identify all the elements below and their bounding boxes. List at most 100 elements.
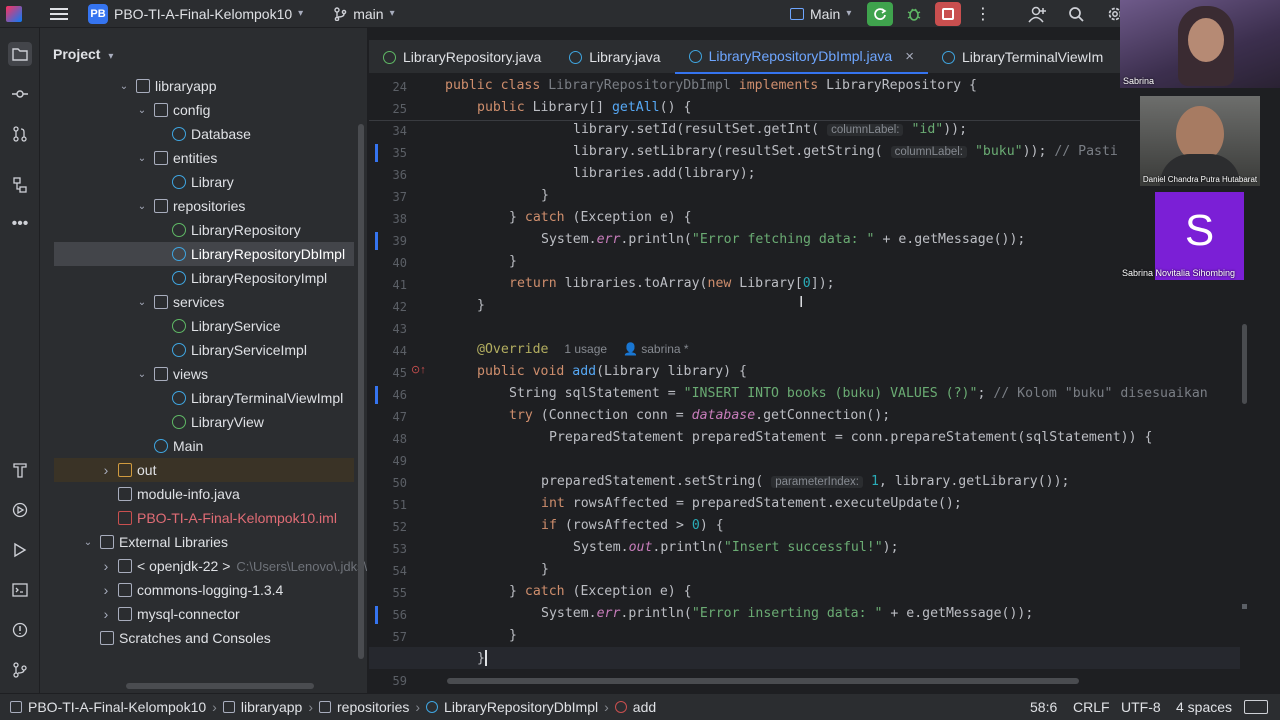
branch-switcher[interactable]: main ▾ [327,0,400,28]
run-tool-button[interactable] [8,538,32,562]
tree-item[interactable]: LibraryView [40,410,264,434]
tree-item[interactable]: LibraryServiceImpl [40,338,307,362]
editor-tab[interactable]: Library.java [555,40,674,74]
problems-tool-button[interactable] [8,618,32,642]
avatar: S [1184,206,1215,255]
project-switcher[interactable]: PB PBO-TI-A-Final-Kelompok10 ▾ [82,0,309,28]
breadcrumb-item[interactable]: LibraryRepositoryDbImpl [420,699,604,715]
chevron-down-icon[interactable]: ⌄ [136,201,148,212]
tree-item[interactable]: ⌄ views [40,362,208,386]
editor-horizontal-scrollbar[interactable] [447,678,1079,684]
project-badge: PB [88,3,108,24]
line-number: 34 [392,124,407,138]
override-gutter-icon[interactable]: ⊙↑ [411,363,426,376]
code-line-56: System.err.println("Error inserting data… [541,606,1034,621]
breadcrumb-item[interactable]: PBO-TI-A-Final-Kelompok10 [4,699,212,715]
indent-setting[interactable]: 4 spaces [1176,699,1232,715]
chevron-right-icon[interactable]: › [100,558,112,574]
terminal-tool-button[interactable] [8,578,32,602]
editor-vertical-scrollbar[interactable] [1242,324,1247,404]
structure-tool-button[interactable] [8,173,32,197]
chevron-down-icon[interactable]: ⌄ [136,105,148,116]
code-line-55: } catch (Exception e) { [509,584,692,599]
vertical-scrollbar[interactable] [358,124,364,659]
horizontal-scrollbar[interactable] [126,683,314,689]
editor-tab[interactable]: LibraryTerminalViewIm [928,40,1117,74]
tree-item[interactable]: ⌄ services [40,290,225,314]
file-encoding[interactable]: UTF-8 [1121,699,1161,715]
search-icon [1069,6,1084,22]
tree-item[interactable]: Main [40,434,203,458]
tree-item[interactable]: › out [54,458,354,482]
tree-item-label: LibraryService [191,318,281,334]
tree-item[interactable]: ⌄ config [40,98,211,122]
close-tab-icon[interactable]: × [905,48,914,65]
code-line-38: } catch (Exception e) { [509,210,692,225]
more-tool-windows-button[interactable]: ••• [8,212,32,236]
run-config-selector[interactable]: Main ▾ [784,0,857,28]
chevron-down-icon[interactable]: ⌄ [136,297,148,308]
project-panel-header[interactable]: Project ▾ [53,46,113,62]
tree-item[interactable]: LibraryRepositoryImpl [40,266,327,290]
line-ending[interactable]: CRLF [1073,699,1110,715]
version-control-tool-button[interactable] [8,658,32,682]
tree-item[interactable]: PBO-TI-A-Final-Kelompok10.iml [40,506,337,530]
project-panel-title: Project [53,46,101,62]
code-editor[interactable]: 24 public class LibraryRepositoryDbImpl … [369,74,1240,686]
chevron-down-icon[interactable]: ⌄ [82,537,94,548]
rerun-button[interactable] [867,1,893,26]
tree-item[interactable]: › mysql-connector [40,602,240,626]
maven-tool-button[interactable] [8,458,32,482]
chevron-down-icon[interactable]: ⌄ [136,153,148,164]
main-menu-button[interactable] [44,0,74,28]
breadcrumb-item[interactable]: repositories [313,699,415,715]
code-with-me-button[interactable] [1024,2,1050,26]
tree-item[interactable]: LibraryTerminalViewImpl [40,386,343,410]
tree-item[interactable]: ⌄ External Libraries [40,530,228,554]
chevron-down-icon: ▾ [108,51,114,62]
line-number: 44 [392,344,407,358]
terminal-icon [12,583,28,597]
project-tool-button[interactable] [8,42,32,66]
tree-item[interactable]: Scratches and Consoles [40,626,271,650]
tree-item[interactable]: LibraryRepositoryDbImpl [54,242,354,266]
tree-item-label: LibraryView [191,414,264,430]
tree-item[interactable]: LibraryRepository [40,218,301,242]
chevron-down-icon[interactable]: ⌄ [136,369,148,380]
breadcrumb-label: libraryapp [240,699,303,715]
stop-button[interactable] [935,1,961,26]
tree-item[interactable]: Library [40,170,234,194]
tree-item[interactable]: module-info.java [40,482,240,506]
line-number: 59 [392,674,407,686]
tree-item[interactable]: ⌄ repositories [40,194,246,218]
class-icon [569,50,583,64]
caret-position[interactable]: 58:6 [1030,699,1057,715]
commit-tool-button[interactable] [8,82,32,106]
chevron-right-icon[interactable]: › [100,582,112,598]
project-name: PBO-TI-A-Final-Kelompok10 [114,5,293,22]
tree-item[interactable]: Database [40,122,251,146]
chevron-right-icon[interactable]: › [100,462,112,478]
editor-tab[interactable]: LibraryRepositoryDbImpl.java × [674,40,928,74]
line-number: 52 [392,520,407,534]
tree-item[interactable]: › < openjdk-22 > C:\Users\Lenovo\.jdks\op [40,554,367,578]
breadcrumb-item[interactable]: add [609,699,662,715]
editor-tab[interactable]: LibraryRepository.java [369,40,555,74]
tab-label: LibraryRepository.java [403,49,542,65]
code-line-46: String sqlStatement = "INSERT INTO books… [509,386,1208,401]
class-icon [941,50,955,64]
search-everywhere-button[interactable] [1063,2,1089,26]
debug-button[interactable] [901,2,927,26]
breadcrumb-item[interactable]: libraryapp [217,699,308,715]
tree-item[interactable]: ⌄ libraryapp [40,74,217,98]
lock-icon[interactable] [1244,700,1268,714]
pull-requests-tool-button[interactable] [8,122,32,146]
tree-item[interactable]: ⌄ entities [40,146,218,170]
chevron-down-icon[interactable]: ⌄ [118,81,130,92]
tree-item[interactable]: LibraryService [40,314,280,338]
more-actions-button[interactable]: ⋮ [970,2,996,26]
class-icon [426,701,439,713]
tree-item[interactable]: › commons-logging-1.3.4 [40,578,284,602]
services-tool-button[interactable] [8,498,32,522]
chevron-right-icon[interactable]: › [100,606,112,622]
